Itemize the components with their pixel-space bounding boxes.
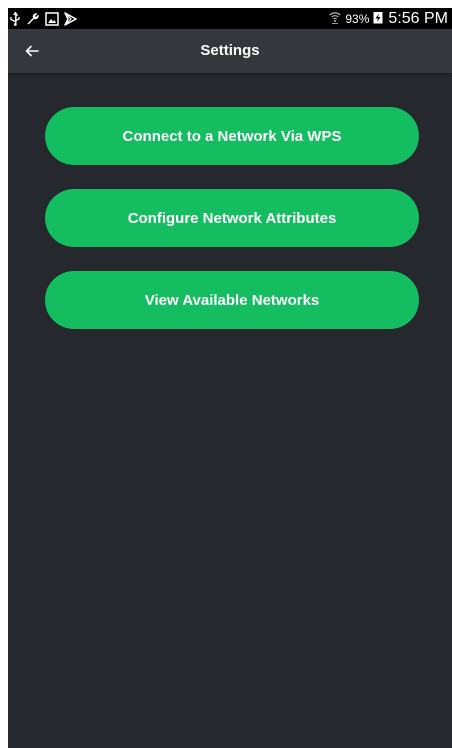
clock: 5:56 PM [388,9,448,27]
app-bar: Settings [8,29,452,73]
usb-icon [9,11,21,26]
wrench-icon [26,12,40,26]
settings-actions: Connect to a Network Via WPS Configure N… [45,107,419,353]
status-bar: 93% 5:56 PM [8,8,452,29]
view-available-networks-button[interactable]: View Available Networks [45,271,419,329]
phone-screen: 93% 5:56 PM Settings Connect to a Networ… [8,8,452,748]
back-button[interactable] [18,37,46,65]
page-title: Settings [200,42,260,59]
battery-percent: 93% [345,11,370,26]
configure-network-attributes-button[interactable]: Configure Network Attributes [45,189,419,247]
image-icon [45,11,59,26]
play-store-icon [64,11,77,26]
notification-icons [8,11,77,26]
battery-charging-icon [373,11,383,27]
wifi-icon [329,11,341,27]
arrow-left-icon [25,45,39,57]
connect-wps-button[interactable]: Connect to a Network Via WPS [45,107,419,165]
system-status: 93% 5:56 PM [329,10,448,28]
